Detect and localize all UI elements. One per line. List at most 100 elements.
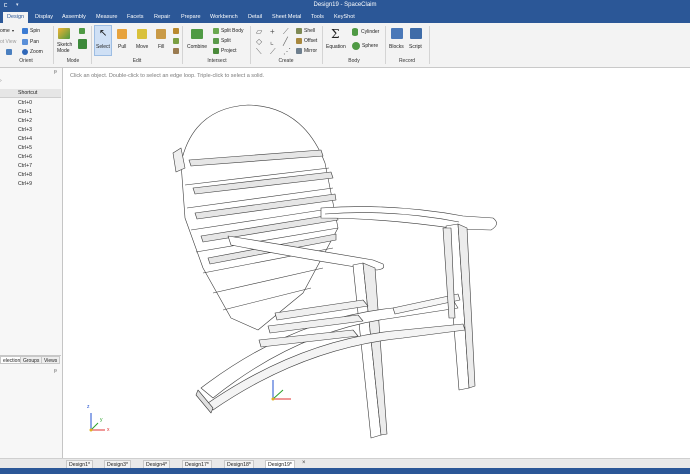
tab-groups[interactable]: Groups bbox=[20, 356, 43, 364]
tab-assembly[interactable]: Assembly bbox=[62, 14, 86, 20]
blocks-icon[interactable] bbox=[391, 28, 403, 39]
list-item[interactable]: Ctrl+4 bbox=[18, 136, 32, 142]
point-icon[interactable]: + bbox=[270, 27, 275, 36]
mirror-button[interactable]: Mirror bbox=[304, 48, 317, 54]
tab-views[interactable]: Views bbox=[41, 356, 61, 364]
cursor-arrow-icon: ↖ bbox=[99, 28, 108, 39]
tab-sheet-metal[interactable]: Sheet Metal bbox=[272, 14, 301, 20]
tab-tools[interactable]: Tools bbox=[311, 14, 324, 20]
group-label-record: Record bbox=[398, 58, 416, 64]
list-item[interactable]: Ctrl+2 bbox=[18, 118, 32, 124]
move-button[interactable]: Move bbox=[136, 44, 148, 50]
curve-icon[interactable]: ⟍ bbox=[256, 47, 262, 57]
tab-repair[interactable]: Repair bbox=[154, 14, 170, 20]
home-button[interactable]: ome bbox=[0, 28, 10, 34]
plan-view-button[interactable]: ot View bbox=[0, 39, 16, 45]
list-item[interactable]: Ctrl+9 bbox=[18, 181, 32, 187]
spin-icon[interactable] bbox=[22, 28, 28, 34]
pin-icon[interactable]: ᵽ bbox=[54, 368, 57, 374]
section-mode-icon[interactable] bbox=[79, 28, 85, 34]
sphere-icon[interactable] bbox=[352, 42, 360, 50]
close-tab-icon[interactable]: × bbox=[302, 460, 306, 466]
origin-icon[interactable]: ⌞ bbox=[270, 37, 274, 46]
tangent-icon[interactable]: ⟋ bbox=[270, 47, 276, 57]
zoom-icon[interactable] bbox=[22, 49, 28, 55]
window-title: Design19 - SpaceClaim bbox=[313, 2, 377, 8]
split-body-button[interactable]: Split Body bbox=[221, 28, 244, 34]
ribbon: ome ▾ Spin ot View Pan Zoom Orient Sketc… bbox=[0, 23, 690, 68]
pattern-icon[interactable]: ⋰ bbox=[283, 47, 291, 56]
cylinder-icon[interactable] bbox=[352, 28, 358, 36]
view-icon[interactable] bbox=[6, 49, 12, 55]
script-button[interactable]: Script bbox=[409, 44, 422, 50]
list-item[interactable]: Ctrl+7 bbox=[18, 163, 32, 169]
pull-button[interactable]: Pull bbox=[118, 44, 126, 50]
tweak-icon[interactable] bbox=[173, 28, 179, 34]
design-viewport[interactable]: z x y bbox=[63, 68, 690, 458]
tab-facets[interactable]: Facets bbox=[127, 14, 144, 20]
tab-measure[interactable]: Measure bbox=[96, 14, 117, 20]
pan-icon[interactable] bbox=[22, 39, 28, 45]
axis-icon[interactable]: ⟋ bbox=[283, 27, 289, 37]
list-item[interactable]: Ctrl+5 bbox=[18, 145, 32, 151]
shell-button[interactable]: Shell bbox=[304, 28, 315, 34]
equation-icon[interactable]: Σ bbox=[331, 27, 339, 41]
model-axis-triad bbox=[271, 380, 291, 401]
blend-icon[interactable] bbox=[173, 38, 179, 44]
equation-button[interactable]: Equation bbox=[326, 44, 346, 50]
fill-button[interactable]: Fill bbox=[158, 44, 164, 50]
title-bar: ᥴ ▾ Design19 - SpaceClaim bbox=[0, 0, 690, 12]
plane-icon[interactable]: ◇ bbox=[256, 37, 262, 46]
select-button[interactable]: ↖ Select bbox=[94, 25, 112, 56]
group-label-mode: Mode bbox=[66, 58, 80, 64]
combine-icon[interactable] bbox=[191, 29, 203, 39]
mirror-icon[interactable] bbox=[296, 48, 302, 54]
pin-icon[interactable]: ᵽ bbox=[54, 69, 57, 75]
sketch-mode-icon[interactable] bbox=[58, 28, 70, 39]
offset-icon[interactable] bbox=[296, 38, 302, 44]
blocks-button[interactable]: Blocks bbox=[389, 44, 404, 50]
project-button[interactable]: Project bbox=[221, 48, 237, 54]
sphere-button[interactable]: Sphere bbox=[362, 43, 378, 49]
axis-label-x: x bbox=[107, 427, 110, 433]
offset-button[interactable]: Offset bbox=[304, 38, 317, 44]
project-icon[interactable] bbox=[213, 48, 219, 54]
tab-keyshot[interactable]: KeyShot bbox=[334, 14, 355, 20]
split-button[interactable]: Split bbox=[221, 38, 231, 44]
tab-design[interactable]: Design bbox=[3, 12, 29, 23]
shortcut-column-header[interactable]: Shortcut bbox=[0, 89, 61, 98]
group-label-create: Create bbox=[278, 58, 294, 64]
tab-workbench[interactable]: Workbench bbox=[210, 14, 238, 20]
tab-prepare[interactable]: Prepare bbox=[181, 14, 201, 20]
cylinder-button[interactable]: Cylinder bbox=[361, 29, 379, 35]
list-item[interactable]: Ctrl+0 bbox=[18, 100, 32, 106]
list-item[interactable]: Ctrl+3 bbox=[18, 127, 32, 133]
shell-icon[interactable] bbox=[296, 28, 302, 34]
combine-button[interactable]: Combine bbox=[187, 44, 207, 50]
fill-icon[interactable] bbox=[156, 29, 166, 39]
dropdown-arrow-icon[interactable]: ▾ bbox=[12, 28, 14, 33]
list-item[interactable]: Ctrl+1 bbox=[18, 109, 32, 115]
spin-button[interactable]: Spin bbox=[30, 28, 40, 34]
pan-button[interactable]: Pan bbox=[30, 39, 39, 45]
script-icon[interactable] bbox=[410, 28, 422, 39]
sketch-mode-button[interactable]: Sketch Mode bbox=[57, 42, 72, 54]
ribbon-divider bbox=[429, 26, 430, 64]
adirondack-chair-model[interactable] bbox=[63, 68, 690, 458]
list-item[interactable]: Ctrl+6 bbox=[18, 154, 32, 160]
move-icon[interactable] bbox=[137, 29, 147, 39]
split-body-icon[interactable] bbox=[213, 28, 219, 34]
list-item[interactable]: Ctrl+8 bbox=[18, 172, 32, 178]
replace-icon[interactable] bbox=[173, 48, 179, 54]
zoom-button[interactable]: Zoom bbox=[30, 49, 43, 55]
3d-mode-icon[interactable] bbox=[78, 39, 87, 49]
line-icon[interactable]: ╱ bbox=[283, 37, 288, 46]
split-icon[interactable] bbox=[213, 38, 219, 44]
tab-display[interactable]: Display bbox=[35, 14, 53, 20]
status-bar bbox=[0, 468, 690, 474]
pull-icon[interactable] bbox=[117, 29, 127, 39]
rectangle-sketch-icon[interactable]: ▱ bbox=[256, 27, 262, 36]
collapse-arrow-icon[interactable]: › bbox=[0, 78, 2, 84]
group-label-body: Body bbox=[348, 58, 360, 64]
tab-detail[interactable]: Detail bbox=[248, 14, 262, 20]
